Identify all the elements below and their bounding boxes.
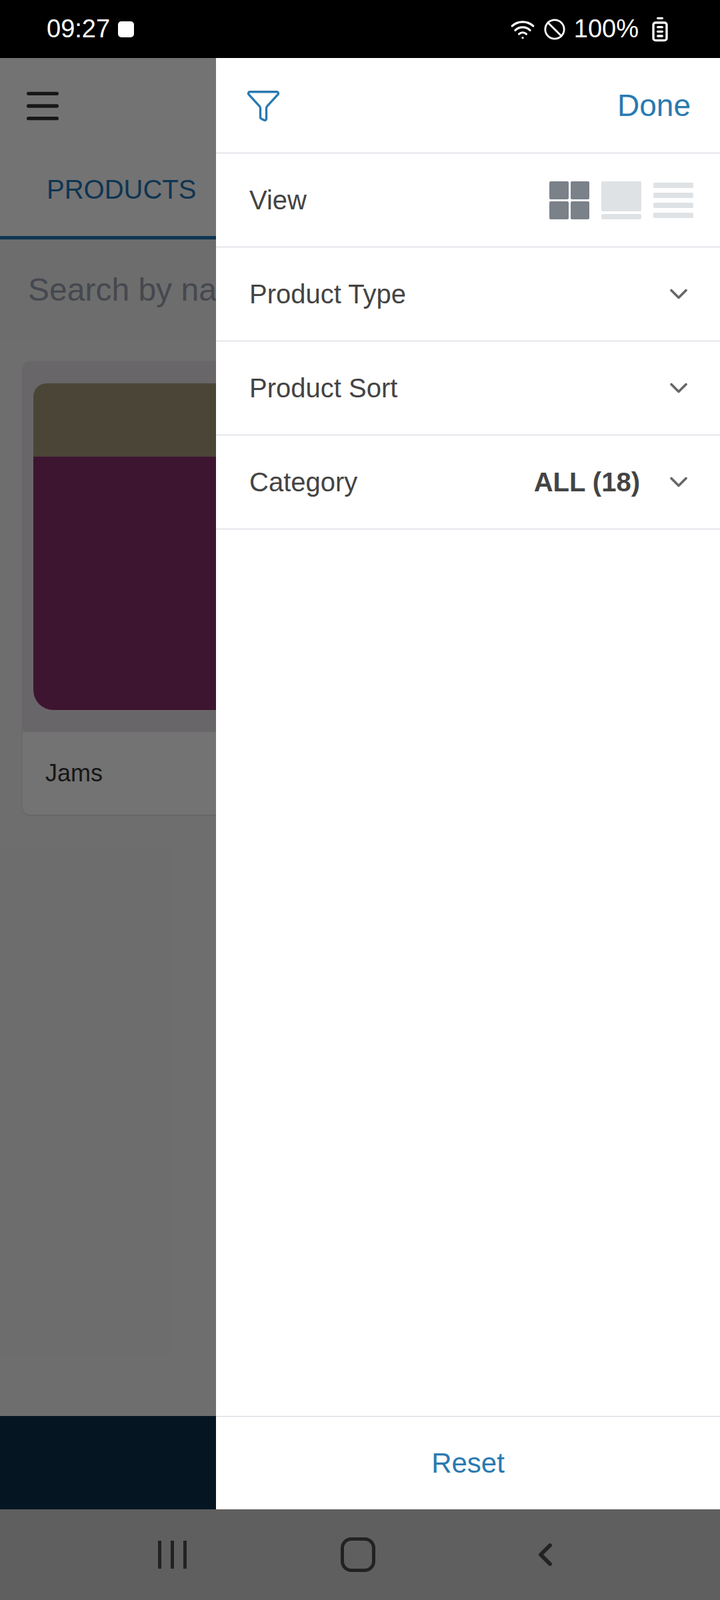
view-options <box>549 181 694 220</box>
recents-icon[interactable] <box>156 1539 190 1570</box>
filter-value: ALL (18) <box>534 462 640 502</box>
filter-row[interactable]: Product Type <box>216 247 720 342</box>
chevron-down-icon[interactable] <box>664 279 694 309</box>
battery-level: 100% <box>574 10 639 48</box>
filter-row[interactable]: Category ALL (18) <box>216 435 720 530</box>
filter-label: Product Sort <box>249 368 398 408</box>
dnd-icon <box>543 18 566 41</box>
app-area: PRODUCTSSearch by naJamsDoneViewProduct … <box>0 58 720 1510</box>
screen: 09:27100%PRODUCTSSearch by naJamsDoneVie… <box>0 0 720 1600</box>
filter-label: Category <box>249 462 358 502</box>
filter-drawer: Done View Product Type Product Sort Category… <box>216 58 720 1510</box>
done-button[interactable]: Done <box>617 82 691 129</box>
card-view-icon[interactable] <box>601 181 642 220</box>
home-icon[interactable] <box>340 1537 376 1572</box>
wifi-icon <box>510 16 536 42</box>
list-view-icon[interactable] <box>653 181 694 220</box>
battery-icon <box>646 16 674 43</box>
reset-button[interactable]: Reset <box>431 1442 505 1484</box>
status-bar: 09:27 100% <box>0 0 720 58</box>
filter-label: Product Type <box>249 274 406 314</box>
filter-row[interactable]: Product Sort <box>216 341 720 436</box>
alarm-icon <box>118 21 134 38</box>
filter-row[interactable]: View <box>216 153 720 248</box>
chevron-down-icon[interactable] <box>664 467 694 497</box>
grid-view-icon[interactable] <box>549 181 590 220</box>
chevron-down-icon[interactable] <box>664 373 694 403</box>
reset-bar: Reset <box>216 1416 720 1510</box>
filter-icon <box>245 87 282 124</box>
filter-label: View <box>249 180 307 220</box>
clock: 09:27 <box>46 10 110 48</box>
nav-bar <box>0 1509 720 1600</box>
back-icon[interactable] <box>526 1536 564 1574</box>
drawer-header: Done <box>216 58 720 154</box>
